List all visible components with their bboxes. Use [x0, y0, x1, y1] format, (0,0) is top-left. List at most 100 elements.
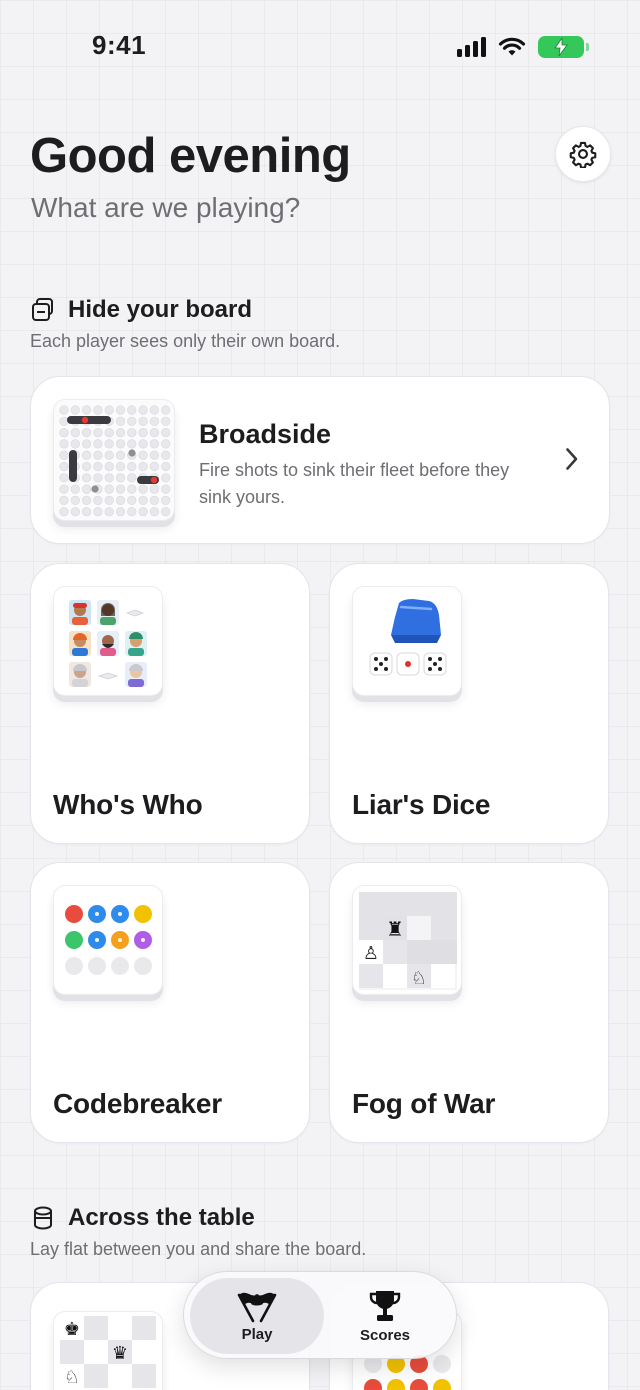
- board-hole: [161, 450, 171, 460]
- board-hole: [161, 484, 171, 494]
- board-hole: [81, 405, 92, 415]
- whos-who-thumbnail: [53, 586, 163, 696]
- game-card-whos-who[interactable]: Who's Who: [30, 563, 310, 844]
- gear-icon: [569, 141, 597, 168]
- svg-text:♛: ♛: [112, 1343, 128, 1364]
- game-card-codebreaker[interactable]: Codebreaker: [30, 862, 310, 1143]
- board-hole: [138, 427, 148, 438]
- board-hole: [115, 427, 126, 438]
- board-hole: [127, 473, 137, 483]
- board-hole: [149, 484, 159, 494]
- board-hole: [81, 484, 92, 494]
- section-title: Hide your board: [68, 296, 253, 323]
- svg-text:♘: ♘: [64, 1367, 80, 1388]
- board-hole: [115, 439, 126, 449]
- board-hole: [149, 450, 159, 460]
- board-hole: [81, 473, 92, 483]
- section-description: Each player sees only their own board.: [30, 331, 341, 351]
- board-hole: [104, 461, 114, 472]
- board-hole: [127, 427, 137, 438]
- board-hole: [93, 427, 103, 438]
- svg-text:♙: ♙: [363, 943, 379, 964]
- board-hole: [93, 461, 103, 472]
- board-hole: [149, 507, 159, 517]
- game-title: Who's Who: [53, 789, 203, 820]
- status-icons: [457, 36, 589, 58]
- fog-of-war-board-image: ♜ ♙ ♘: [359, 892, 457, 990]
- board-hole: [115, 450, 126, 460]
- board-hole: [127, 484, 137, 494]
- tab-bar: Play Scores: [183, 1271, 457, 1359]
- game-card-broadside[interactable]: Broadside Fire shots to sink their fleet…: [30, 376, 610, 544]
- chevron-right-icon: [566, 448, 578, 470]
- board-hole: [161, 439, 171, 449]
- board-hole: [104, 495, 114, 505]
- board-hole: [138, 405, 148, 415]
- board-hole: [81, 507, 92, 517]
- board-hole: [104, 484, 114, 494]
- hidden-board-icon: [32, 298, 53, 321]
- board-hole: [127, 495, 137, 505]
- board-hole: [161, 507, 171, 517]
- board-hole: [161, 461, 171, 472]
- board-hole: [59, 427, 69, 438]
- board-hole: [149, 405, 159, 415]
- board-hole: [127, 461, 137, 472]
- status-bar: 9:41: [0, 0, 640, 95]
- section-header-across-the-table: Across the table: [30, 1204, 255, 1232]
- board-hole: [59, 439, 69, 449]
- board-hole: [70, 405, 80, 415]
- page-title: Good evening: [30, 129, 351, 183]
- settings-button[interactable]: [555, 126, 611, 182]
- game-title: Fog of War: [352, 1088, 496, 1119]
- board-hole: [59, 405, 69, 415]
- board-hole: [93, 507, 103, 517]
- board-hole: [138, 450, 148, 460]
- liars-dice-thumbnail: [352, 586, 462, 696]
- broadside-thumbnail: [53, 399, 175, 521]
- tab-play[interactable]: Play: [190, 1278, 324, 1354]
- board-hole: [104, 427, 114, 438]
- game-title: Broadside: [199, 419, 332, 449]
- board-hole: [93, 473, 103, 483]
- board-hole: [93, 450, 103, 460]
- game-card-fog-of-war[interactable]: ♜ ♙ ♘ Fog of War: [329, 862, 609, 1143]
- page-subtitle: What are we playing?: [31, 192, 301, 223]
- board-hole: [115, 507, 126, 517]
- board-hole: [161, 473, 171, 483]
- tab-scores[interactable]: Scores: [318, 1278, 452, 1354]
- section-title: Across the table: [68, 1204, 255, 1231]
- board-hole: [59, 484, 69, 494]
- game-card-liars-dice[interactable]: Liar's Dice: [329, 563, 609, 844]
- tab-label: Play: [241, 1326, 273, 1343]
- board-hole: [70, 507, 80, 517]
- board-hole: [149, 416, 159, 426]
- board-hole: [59, 473, 69, 483]
- board-hole: [70, 439, 80, 449]
- board-hole: [127, 507, 137, 517]
- board-hole: [59, 461, 69, 472]
- board-hole: [149, 461, 159, 472]
- board-hole: [138, 484, 148, 494]
- board-hole: [161, 427, 171, 438]
- board-hole: [138, 461, 148, 472]
- tab-label: Scores: [359, 1327, 411, 1344]
- board-hole: [93, 405, 103, 415]
- board-hole: [81, 450, 92, 460]
- chess-board-image: ♚ ♛ ♘: [60, 1316, 156, 1388]
- board-hole: [81, 439, 92, 449]
- board-hole: [104, 507, 114, 517]
- board-hole: [115, 473, 126, 483]
- board-hole: [115, 416, 126, 426]
- board-hole: [138, 439, 148, 449]
- board-hole: [81, 427, 92, 438]
- board-hole: [138, 416, 148, 426]
- board-hole: [70, 495, 80, 505]
- board-hole: [59, 416, 69, 426]
- svg-text:♘: ♘: [411, 968, 427, 989]
- board-hole: [161, 495, 171, 505]
- board-hole: [104, 439, 114, 449]
- board-hole: [127, 405, 137, 415]
- wifi-icon: [498, 37, 526, 56]
- board-hole: [138, 495, 148, 505]
